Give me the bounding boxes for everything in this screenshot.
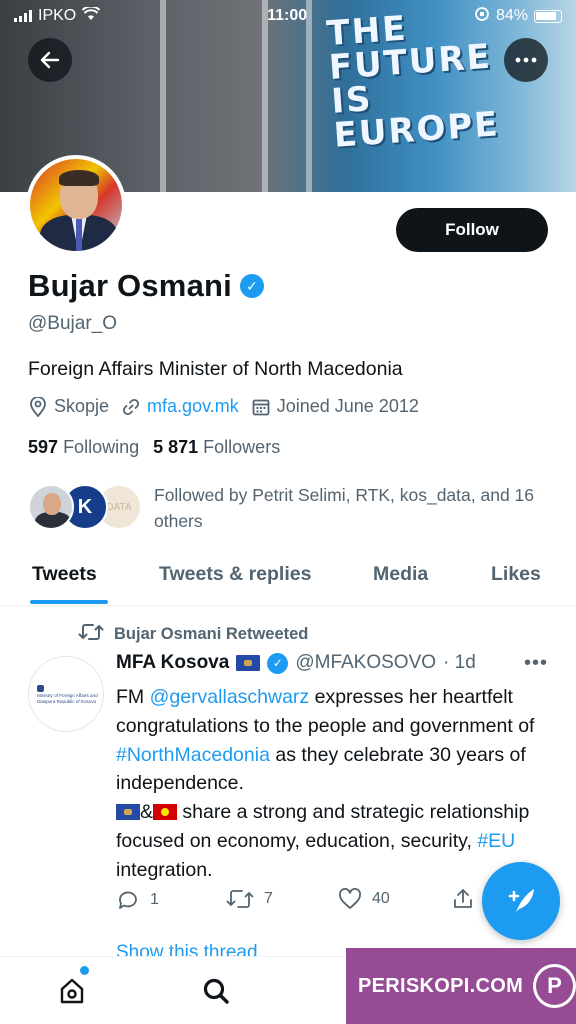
coat-of-arms-icon: [37, 685, 44, 692]
followed-by-text: Followed by Petrit Selimi, RTK, kos_data…: [154, 485, 535, 531]
retweet-context[interactable]: Bujar Osmani Retweeted: [78, 622, 308, 647]
home-icon[interactable]: [54, 973, 90, 1009]
more-icon: [515, 57, 537, 63]
feather-plus-icon: [508, 889, 534, 912]
tweet-text-part: FM: [116, 686, 150, 708]
periskopi-logo-icon: P: [533, 964, 576, 1008]
following-count-link[interactable]: 597 Following: [28, 437, 139, 458]
status-right: 84%: [474, 6, 562, 27]
location-text: Skopje: [54, 396, 110, 416]
battery-icon: [534, 9, 562, 23]
link-icon: [121, 397, 141, 417]
display-name: Bujar Osmani: [28, 268, 232, 303]
followers-count-link[interactable]: 5 871 Followers: [153, 437, 280, 458]
profile-meta: Skopje mfa.gov.mk Joined June 2012: [28, 396, 419, 417]
kosovo-flag-icon: [236, 655, 261, 671]
followers-label: Followers: [203, 437, 281, 457]
hashtag-northmacedonia-link[interactable]: #NorthMacedonia: [116, 744, 270, 766]
share-button[interactable]: [452, 888, 474, 910]
avatar-logo-text: Ministry of Foreign Affairs and Diaspora…: [37, 693, 98, 704]
tweet-author-handle[interactable]: @MFAKOSOVO: [295, 652, 436, 674]
like-count: 40: [372, 890, 390, 907]
tweet-more-icon[interactable]: •••: [524, 652, 548, 675]
orientation-lock-icon: [474, 6, 490, 27]
back-button[interactable]: [28, 38, 72, 82]
retweet-icon: [78, 622, 104, 647]
verified-badge-icon[interactable]: ✓: [239, 274, 264, 298]
reply-button[interactable]: 1: [116, 888, 159, 912]
compose-tweet-button[interactable]: [482, 862, 560, 940]
avatar-petrit-selimi: [28, 484, 74, 530]
website-link[interactable]: mfa.gov.mk: [147, 396, 239, 417]
back-arrow-icon: [40, 51, 60, 69]
following-count: 597: [28, 437, 59, 457]
notification-dot: [80, 966, 89, 975]
follow-counts: 597 Following 5 871 Followers: [28, 437, 280, 458]
search-icon[interactable]: [198, 973, 234, 1009]
periskopi-watermark: PERISKOPI.COM P: [346, 948, 576, 1024]
followers-count: 5 871: [153, 437, 199, 457]
tweet-text-part: integration.: [116, 858, 213, 881]
tweet-author-avatar[interactable]: Ministry of Foreign Affairs and Diaspora…: [28, 656, 104, 732]
tweet-author-name[interactable]: MFA Kosova: [116, 652, 229, 674]
calendar-icon: [251, 397, 271, 417]
retweet-label: Bujar Osmani Retweeted: [114, 625, 309, 643]
tweet-text: FM @gervallaschwarz expresses her heartf…: [116, 683, 556, 885]
retweet-icon: [226, 890, 254, 908]
wifi-icon: [82, 5, 101, 26]
tweet-mention-link[interactable]: @gervallaschwarz: [150, 686, 310, 708]
like-button[interactable]: 40: [338, 888, 390, 910]
retweet-count: 7: [264, 890, 273, 907]
joined-text: Joined June 2012: [276, 396, 419, 416]
watermark-text: PERISKOPI.COM: [358, 974, 524, 997]
follow-button[interactable]: Follow: [396, 208, 548, 252]
status-left: IPKO: [14, 5, 101, 26]
location-item: Skopje: [28, 396, 109, 417]
profile-handle: @Bujar_O: [28, 313, 117, 334]
joined-item: Joined June 2012: [251, 396, 419, 417]
more-options-button[interactable]: [504, 38, 548, 82]
hashtag-eu-link[interactable]: #EU: [477, 830, 515, 852]
carrier-label: IPKO: [38, 7, 77, 24]
tweet-text-part: &: [140, 801, 154, 824]
website-item[interactable]: mfa.gov.mk: [121, 396, 239, 417]
signal-icon: [14, 10, 32, 22]
clock: 11:00: [267, 7, 308, 24]
heart-icon: [339, 888, 361, 909]
location-pin-icon: [28, 396, 48, 417]
profile-avatar[interactable]: [26, 155, 126, 255]
tweet-header: MFA Kosova ✓ @MFAKOSOVO · 1d: [116, 652, 476, 674]
tab-tweets-replies[interactable]: Tweets & replies: [159, 563, 311, 586]
tab-likes[interactable]: Likes: [491, 563, 541, 586]
retweet-button[interactable]: 7: [226, 888, 273, 910]
followed-by-row[interactable]: DATA K Followed by Petrit Selimi, RTK, k…: [28, 482, 554, 534]
reply-icon: [119, 891, 137, 909]
tab-media[interactable]: Media: [373, 563, 428, 586]
profile-tabs: Tweets Tweets & replies Media Likes: [0, 552, 576, 606]
verified-badge-icon: ✓: [267, 652, 289, 674]
north-macedonia-flag-icon: [153, 804, 178, 821]
reply-count: 1: [150, 891, 159, 908]
tab-tweets[interactable]: Tweets: [32, 563, 97, 586]
kosovo-flag-icon: [116, 804, 140, 821]
following-label: Following: [63, 437, 140, 457]
status-bar: IPKO 11:00 84%: [0, 0, 576, 32]
share-icon: [454, 889, 472, 908]
active-tab-indicator: [30, 600, 108, 604]
tweet-time: · 1d: [443, 652, 476, 673]
battery-percent: 84%: [495, 7, 528, 24]
profile-bio: Foreign Affairs Minister of North Macedo…: [28, 358, 403, 380]
followed-by-avatars: DATA K: [28, 482, 142, 532]
profile-name-row: Bujar Osmani ✓: [28, 268, 264, 304]
tweet-text-part: share a strong and strategic relationshi…: [116, 801, 530, 852]
